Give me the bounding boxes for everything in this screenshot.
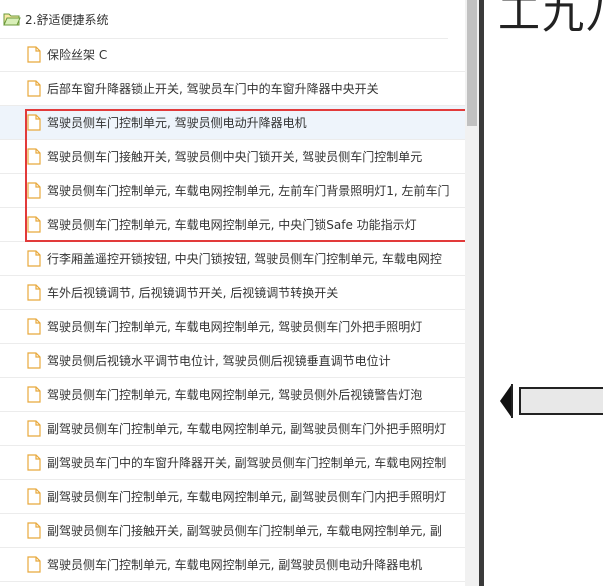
tree-item-label: 驾驶员侧车门控制单元, 车载电网控制单元, 驾驶员侧外后视镜警告灯泡 (47, 388, 423, 402)
document-icon (25, 250, 43, 268)
tree-item[interactable]: 副驾驶员车门中的车窗升降器开关, 副驾驶员侧车门控制单元, 车载电网控制 (0, 446, 465, 480)
tree-item[interactable]: 驾驶员侧后视镜水平调节电位计, 驾驶员侧后视镜垂直调节电位计 (0, 344, 465, 378)
document-preview-pane: 工九八 (484, 0, 603, 586)
tree-item-label: 副驾驶员侧车门控制单元, 车载电网控制单元, 副驾驶员侧车门外把手照明灯 (47, 422, 447, 436)
tree-item-label: 副驾驶员侧车门接触开关, 副驾驶员侧车门控制单元, 车载电网控制单元, 副 (47, 524, 442, 538)
tree-item[interactable]: 副驾驶员侧车门接触开关, 副驾驶员侧车门控制单元, 车载电网控制单元, 副 (0, 514, 465, 548)
tree-item[interactable]: 驾驶员侧车门接触开关, 驾驶员侧中央门锁开关, 驾驶员侧车门控制单元 (0, 140, 465, 174)
tree-item-label: 驾驶员侧车门控制单元, 车载电网控制单元, 左前车门背景照明灯1, 左前车门 (47, 184, 450, 198)
tree-folder-label: 2.舒适便捷系统 (25, 12, 109, 27)
tree-item-label: 驾驶员侧车门接触开关, 驾驶员侧中央门锁开关, 驾驶员侧车门控制单元 (47, 150, 423, 164)
document-icon (25, 386, 43, 404)
document-icon (25, 284, 43, 302)
tree-item-label: 驾驶员侧车门控制单元, 车载电网控制单元, 驾驶员侧车门外把手照明灯 (47, 320, 423, 334)
tree-item-label: 行李厢盖遥控开锁按钮, 中央门锁按钮, 驾驶员侧车门控制单元, 车载电网控 (47, 252, 442, 266)
document-icon (25, 522, 43, 540)
tree-item-label: 后部车窗升降器锁止开关, 驾驶员车门中的车窗升降器中央开关 (47, 82, 379, 96)
document-icon (25, 216, 43, 234)
tree-item-label: 车外后视镜调节, 后视镜调节开关, 后视镜调节转换开关 (47, 286, 339, 300)
tree-item[interactable]: 驾驶员侧车门控制单元, 车载电网控制单元, 驾驶员侧外后视镜警告灯泡 (0, 378, 465, 412)
folder-open-icon (3, 10, 21, 28)
tree-item[interactable]: 驾驶员侧车门控制单元, 车载电网控制单元, 左前车门背景照明灯1, 左前车门 (0, 174, 465, 208)
document-icon (25, 454, 43, 472)
tree-item-label: 驾驶员侧车门控制单元, 驾驶员侧电动升降器电机 (47, 116, 307, 130)
tree-item-label: 驾驶员侧后视镜水平调节电位计, 驾驶员侧后视镜垂直调节电位计 (47, 354, 391, 368)
document-icon (25, 352, 43, 370)
tree-item[interactable]: 驾驶员侧车门控制单元, 车载电网控制单元, 副驾驶员侧电动升降器电机 (0, 548, 465, 582)
tree-item[interactable]: 驾驶员侧车门控制单元, 驾驶员侧电动升降器电机 (0, 106, 465, 140)
tree-item[interactable]: 车外后视镜调节, 后视镜调节开关, 后视镜调节转换开关 (0, 276, 465, 310)
document-icon (25, 318, 43, 336)
tree-item[interactable]: 副驾驶员侧车门控制单元, 车载电网控制单元, 副驾驶员侧车门内把手照明灯 (0, 480, 465, 514)
tree-folder-comfort-system[interactable]: 2.舒适便捷系统 (0, 0, 448, 39)
tree-item-label: 驾驶员侧车门控制单元, 车载电网控制单元, 中央门锁Safe 功能指示灯 (47, 218, 417, 232)
tree-item-label: 保险丝架 C (47, 48, 108, 62)
tree-item-label: 驾驶员侧车门控制单元, 车载电网控制单元, 副驾驶员侧电动升降器电机 (47, 558, 423, 572)
document-icon (25, 80, 43, 98)
document-icon (25, 420, 43, 438)
tree-item[interactable]: 行李厢盖遥控开锁按钮, 中央门锁按钮, 驾驶员侧车门控制单元, 车载电网控 (0, 242, 465, 276)
tree-item[interactable]: 驾驶员侧车门控制单元, 车载电网控制单元, 中央门锁Safe 功能指示灯 (0, 208, 465, 242)
tree-item[interactable]: 后部车窗升降器锁止开关, 驾驶员车门中的车窗升降器中央开关 (0, 72, 465, 106)
tree-item[interactable]: 副驾驶员侧车门控制单元, 车载电网控制单元, 副驾驶员侧车门外把手照明灯 (0, 412, 465, 446)
document-icon (25, 114, 43, 132)
document-icon (25, 46, 43, 64)
document-icon (25, 556, 43, 574)
tree-item[interactable]: 驾驶员侧车门控制单元, 车载电网控制单元, 驾驶员侧车门外把手照明灯 (0, 310, 465, 344)
document-icon (25, 148, 43, 166)
document-tree: 2.舒适便捷系统 保险丝架 C 后部车窗升降器锁止开关, 驾驶员车门中的车窗升降器… (0, 0, 465, 586)
left-arrow-icon (498, 382, 603, 424)
tree-item[interactable]: 保险丝架 C (0, 38, 465, 72)
tree-item-label: 副驾驶员侧车门控制单元, 车载电网控制单元, 副驾驶员侧车门内把手照明灯 (47, 490, 447, 504)
document-icon (25, 182, 43, 200)
tree-item-label: 副驾驶员车门中的车窗升降器开关, 副驾驶员侧车门控制单元, 车载电网控制 (47, 456, 447, 470)
scrollbar-thumb[interactable] (467, 0, 477, 126)
document-icon (25, 488, 43, 506)
preview-title-fragment: 工九八 (498, 0, 603, 38)
